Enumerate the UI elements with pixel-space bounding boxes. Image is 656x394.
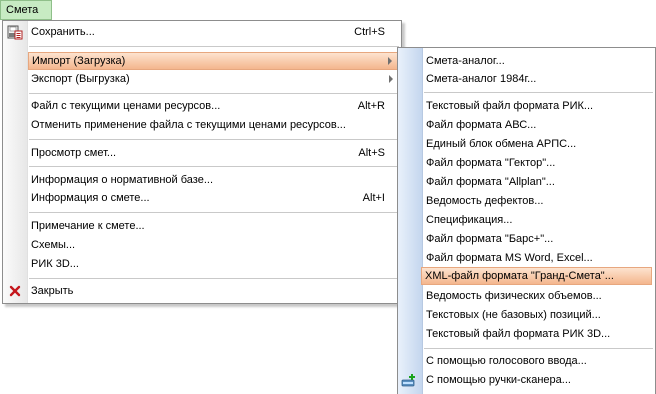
menu-separator [29,46,399,47]
import-item-hector[interactable]: Файл формата "Гектор"... [398,154,655,172]
menu-item-note[interactable]: Примечание к смете... [3,217,401,235]
import-item-voice[interactable]: С помощью голосового ввода... [398,352,655,370]
menu-item-close-label: Закрыть [31,285,74,297]
menu-separator [29,166,399,167]
save-icon [7,25,23,40]
import-item-scanner-pen[interactable]: С помощью ручки-сканера... [398,371,655,389]
import-item-analog[interactable]: Смета-аналог... [398,52,655,70]
menu-item-save-label: Сохранить... [31,26,95,38]
menu-item-export[interactable]: Экспорт (Выгрузка) [3,70,401,88]
menu-item-cancel-prices-label: Отменить применение файла с текущими цен… [31,119,346,131]
menu-item-estimate-info-label: Информация о смете... [31,192,150,204]
import-item-analog-1984[interactable]: Смета-аналог 1984г... [398,70,655,88]
menu-separator [29,93,399,94]
menu-item-apply-prices[interactable]: Файл с текущими ценами ресурсов... Alt+R [3,97,401,115]
submenu-arrow-icon [388,57,392,65]
menu-item-normative-info[interactable]: Информация о нормативной базе... [3,171,401,189]
menu-item-schemes[interactable]: Схемы... [3,236,401,254]
menu-smeta-label: Смета [6,4,39,16]
menu-item-view-estimates-label: Просмотр смет... [31,147,117,159]
menu-separator [29,212,399,213]
menu-separator [424,92,653,93]
menu-item-note-label: Примечание к смете... [31,220,145,232]
import-item-specification[interactable]: Спецификация... [398,211,655,229]
menu-item-estimate-info[interactable]: Информация о смете... Alt+I [3,189,401,207]
import-item-grand-smeta-xml[interactable]: XML-файл формата "Гранд-Смета"... [421,267,652,285]
import-item-bars[interactable]: Файл формата "Барс+"... [398,230,655,248]
menu-separator [29,278,399,279]
menu-item-import[interactable]: Импорт (Загрузка) [28,52,400,70]
submenu-arrow-icon [389,75,393,83]
smeta-dropdown-menu: Сохранить... Ctrl+S Импорт (Загрузка) Эк… [2,20,402,304]
menu-smeta[interactable]: Смета [0,0,52,20]
menu-item-cancel-prices[interactable]: Отменить применение файла с текущими цен… [3,116,401,134]
menu-item-save-shortcut: Ctrl+S [354,26,385,38]
import-submenu: Смета-аналог... Смета-аналог 1984г... Те… [397,47,656,394]
menu-item-import-label: Импорт (Загрузка) [32,55,126,67]
menu-item-schemes-label: Схемы... [31,239,76,251]
menu-separator [29,139,399,140]
import-item-rik-text[interactable]: Текстовый файл формата РИК... [398,97,655,115]
import-item-defects[interactable]: Ведомость дефектов... [398,192,655,210]
menu-item-apply-prices-label: Файл с текущими ценами ресурсов... [31,100,221,112]
import-item-abc[interactable]: Файл формата АВС... [398,116,655,134]
menu-separator [424,348,653,349]
import-item-allplan[interactable]: Файл формата "Allplan"... [398,173,655,191]
menu-item-rik3d-label: РИК 3D... [31,258,79,270]
menu-item-view-estimates-shortcut: Alt+S [358,147,385,159]
menu-item-normative-info-label: Информация о нормативной базе... [31,174,213,186]
scanner-pen-icon [401,374,415,387]
import-item-text-positions[interactable]: Текстовых (не базовых) позиций... [398,306,655,324]
menu-item-apply-prices-shortcut: Alt+R [357,100,385,112]
close-icon [9,285,21,297]
import-item-physical-volumes[interactable]: Ведомость физических объемов... [398,287,655,305]
menu-item-close[interactable]: Закрыть [3,282,401,300]
menu-item-rik3d[interactable]: РИК 3D... [3,255,401,273]
menu-item-estimate-info-shortcut: Alt+I [362,192,385,204]
menubar: Смета [0,0,656,20]
menu-item-view-estimates[interactable]: Просмотр смет... Alt+S [3,144,401,162]
import-item-ms-office[interactable]: Файл формата MS Word, Excel... [398,249,655,267]
import-item-arps[interactable]: Единый блок обмена АРПС... [398,135,655,153]
menu-item-export-label: Экспорт (Выгрузка) [31,73,130,85]
menu-item-save[interactable]: Сохранить... Ctrl+S [3,23,401,41]
import-item-rik3d-text[interactable]: Текстовый файл формата РИК 3D... [398,325,655,343]
